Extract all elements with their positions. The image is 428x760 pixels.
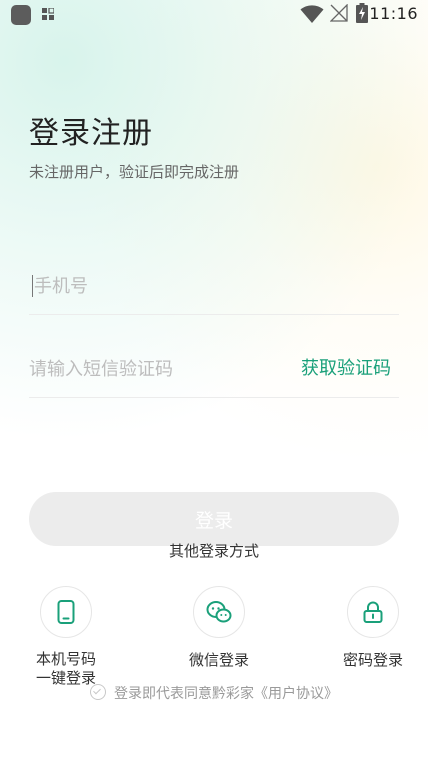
battery-charging-icon bbox=[356, 3, 368, 23]
wechat-icon bbox=[206, 601, 232, 623]
other-login-heading: 其他登录方式 bbox=[168, 542, 259, 560]
option-label: 密码登录 bbox=[342, 651, 403, 669]
option-label: 微信登录 bbox=[188, 651, 249, 669]
lock-icon bbox=[363, 601, 383, 623]
agree-checkbox[interactable] bbox=[90, 684, 106, 700]
login-button[interactable]: 登录 bbox=[29, 492, 399, 546]
app-notification-icon bbox=[11, 5, 31, 25]
sms-code-input[interactable] bbox=[29, 351, 279, 387]
code-input-row: 获取验证码 bbox=[29, 341, 399, 398]
phone-icon bbox=[57, 600, 75, 624]
phone-input-row bbox=[29, 258, 399, 315]
status-time: 11:16 bbox=[369, 4, 418, 23]
option-label: 本机号码 一键登录 bbox=[35, 650, 96, 687]
grid-icon bbox=[42, 8, 54, 20]
get-code-button[interactable]: 获取验证码 bbox=[301, 358, 391, 380]
phone-input[interactable] bbox=[29, 268, 284, 304]
password-login-option[interactable]: 密码登录 bbox=[313, 586, 428, 670]
one-click-login-option[interactable]: 本机号码 一键登录 bbox=[6, 586, 126, 688]
option-circle bbox=[347, 586, 399, 638]
text-caret bbox=[32, 275, 33, 297]
option-circle bbox=[40, 586, 92, 638]
wifi-icon bbox=[300, 5, 324, 23]
page-subtitle: 未注册用户，验证后即完成注册 bbox=[29, 163, 240, 181]
agreement-text[interactable]: 登录即代表同意黔彩家《用户协议》 bbox=[114, 686, 338, 702]
agreement-row: 登录即代表同意黔彩家《用户协议》 bbox=[0, 684, 428, 704]
option-circle bbox=[193, 586, 245, 638]
signal-icon bbox=[330, 4, 348, 22]
wechat-login-option[interactable]: 微信登录 bbox=[159, 586, 279, 670]
page-title: 登录注册 bbox=[29, 116, 153, 151]
status-bar: 11:16 bbox=[0, 0, 428, 30]
